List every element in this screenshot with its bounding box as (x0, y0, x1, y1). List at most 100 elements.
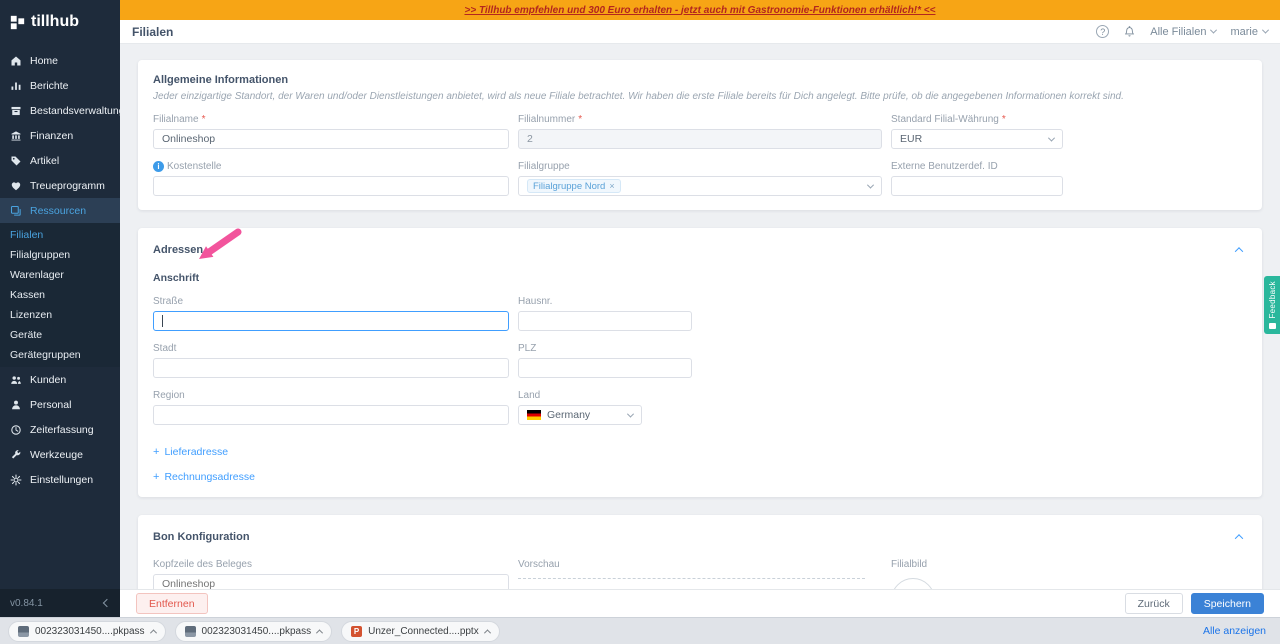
field-receipt-header: Kopfzeile des Beleges (153, 559, 509, 589)
filialname-input[interactable] (153, 129, 509, 149)
sidebar-item-geraete[interactable]: Geräte (0, 325, 120, 345)
filialgruppe-select[interactable]: Filialgruppe Nord × (518, 176, 882, 196)
sidebar-item-label: Zeiterfassung (30, 423, 94, 436)
receipt-header-input[interactable] (153, 574, 509, 589)
add-delivery-address-link[interactable]: + Lieferadresse (153, 446, 1247, 458)
sidebar-collapse-icon[interactable] (102, 598, 112, 608)
feedback-label: Feedback (1267, 281, 1277, 319)
sidebar-item-kassen[interactable]: Kassen (0, 285, 120, 305)
store-filter-dropdown[interactable]: Alle Filialen (1150, 25, 1218, 38)
bank-icon (10, 129, 23, 142)
sidebar-item-warenlager[interactable]: Warenlager (0, 265, 120, 285)
sidebar-item-label: Finanzen (30, 129, 74, 142)
sidebar-item-artikel[interactable]: Artikel (0, 148, 120, 173)
save-button[interactable]: Speichern (1190, 593, 1264, 614)
promo-banner[interactable]: >> Tillhub empfehlen und 300 Euro erhalt… (120, 0, 1280, 20)
help-icon[interactable]: ? (1096, 25, 1110, 38)
sidebar-item-zeiterfassung[interactable]: Zeiterfassung (0, 417, 120, 442)
sidebar-item-lizenzen[interactable]: Lizenzen (0, 305, 120, 325)
user-icon (10, 398, 23, 411)
field-filialbild: Filialbild (891, 559, 1063, 589)
section-title-general: Allgemeine Informationen (153, 74, 289, 86)
receipt-header-label: Kopfzeile des Beleges (153, 559, 252, 570)
currency-select[interactable]: EUR (891, 129, 1063, 149)
sidebar-item-label: Bestandsverwaltung (30, 104, 120, 117)
filialbild-label: Filialbild (891, 559, 928, 570)
chevron-down-icon (1261, 26, 1270, 34)
strasse-input[interactable] (153, 311, 509, 331)
download-filename: Unzer_Connected....pptx (368, 625, 479, 637)
required-mark: * (1001, 114, 1006, 125)
gear-icon (10, 473, 23, 486)
strasse-label: Straße (153, 296, 184, 307)
download-caret-icon[interactable] (149, 628, 157, 636)
pkpass-file-icon (184, 625, 196, 637)
sidebar-item-kunden[interactable]: Kunden (0, 367, 120, 392)
sidebar-item-label: Home (30, 54, 59, 67)
anschrift-subtitle: Anschrift (153, 272, 200, 284)
country-value: Germany (547, 409, 591, 421)
show-all-downloads-link[interactable]: Alle anzeigen (1203, 625, 1272, 637)
store-filter-label: Alle Filialen (1150, 25, 1207, 38)
section-title-addresses: Adressen (153, 244, 204, 256)
download-caret-icon[interactable] (316, 628, 324, 636)
receipt-config-card: Bon Konfiguration Kopfzeile des Beleges … (138, 515, 1262, 589)
sidebar-item-filialen[interactable]: Filialen (0, 225, 120, 245)
collapse-addresses-button[interactable] (1231, 242, 1247, 258)
tag-close-icon[interactable]: × (609, 181, 614, 191)
sidebar-item-geraetegruppen[interactable]: Gerätegruppen (0, 345, 120, 365)
add-billing-address-link[interactable]: + Rechnungsadresse (153, 471, 1247, 483)
region-input[interactable] (153, 405, 509, 425)
sidebar-item-personal[interactable]: Personal (0, 392, 120, 417)
sidebar-item-ressourcen[interactable]: Ressourcen (0, 198, 120, 223)
sidebar-item-label: Treueprogramm (30, 179, 105, 192)
filialnummer-label: Filialnummer (518, 114, 576, 125)
hausnr-input[interactable] (518, 311, 692, 331)
country-select[interactable]: Germany (518, 405, 642, 425)
sidebar-item-werkzeuge[interactable]: Werkzeuge (0, 442, 120, 467)
sidebar-item-treueprogramm[interactable]: Treueprogramm (0, 173, 120, 198)
plz-input[interactable] (518, 358, 692, 378)
download-item-pkpass-2[interactable]: 002323031450....pkpass (174, 620, 333, 642)
general-description: Jeder einzigartige Standort, der Waren u… (153, 91, 1124, 102)
download-caret-icon[interactable] (483, 628, 491, 636)
field-plz: PLZ (518, 343, 882, 378)
kostenstelle-input[interactable] (153, 176, 509, 196)
back-button[interactable]: Zurück (1124, 593, 1183, 614)
sidebar-item-berichte[interactable]: Berichte (0, 73, 120, 98)
sidebar-item-filialgruppen[interactable]: Filialgruppen (0, 245, 120, 265)
main-column: >> Tillhub empfehlen und 300 Euro erhalt… (120, 0, 1280, 617)
notifications-bell-icon[interactable] (1123, 25, 1136, 38)
field-region: Region (153, 390, 509, 425)
sidebar-item-home[interactable]: Home (0, 48, 120, 73)
users-icon (10, 373, 23, 386)
sidebar-footer: v0.84.1 (0, 589, 120, 617)
field-strasse: Straße (153, 296, 509, 331)
field-external-id: Externe Benutzerdef. ID (891, 161, 1063, 196)
feedback-tab[interactable]: Feedback (1264, 276, 1280, 334)
external-id-input[interactable] (891, 176, 1063, 196)
download-item-pkpass-1[interactable]: 002323031450....pkpass (8, 620, 166, 642)
chart-icon (10, 79, 23, 92)
user-menu[interactable]: marie (1230, 25, 1270, 38)
receipt-preview-box (518, 578, 865, 579)
download-filename: 002323031450....pkpass (35, 625, 145, 637)
collapse-receipt-button[interactable] (1231, 529, 1247, 545)
info-icon[interactable]: i (153, 161, 164, 172)
sidebar-item-einstellungen[interactable]: Einstellungen (0, 467, 120, 492)
filialgruppe-tag-label: Filialgruppe Nord (533, 180, 606, 192)
addresses-card: Adressen Anschrift Straße Hausnr. Stadt … (138, 228, 1262, 497)
store-image-upload[interactable] (891, 578, 935, 589)
remove-button[interactable]: Entfernen (136, 593, 208, 614)
sidebar-item-bestandsverwaltung[interactable]: Bestandsverwaltung (0, 98, 120, 123)
stadt-input[interactable] (153, 358, 509, 378)
filialname-label: Filialname (153, 114, 199, 125)
user-name: marie (1230, 25, 1258, 38)
sidebar-item-finanzen[interactable]: Finanzen (0, 123, 120, 148)
download-item-pptx[interactable]: P Unzer_Connected....pptx (341, 620, 500, 642)
sidebar-item-label: Berichte (30, 79, 69, 92)
chevron-down-icon (866, 181, 875, 189)
kostenstelle-label: Kostenstelle (167, 161, 222, 172)
billing-link-label: Rechnungsadresse (164, 471, 255, 483)
tillhub-logo[interactable]: tillhub (0, 0, 120, 44)
